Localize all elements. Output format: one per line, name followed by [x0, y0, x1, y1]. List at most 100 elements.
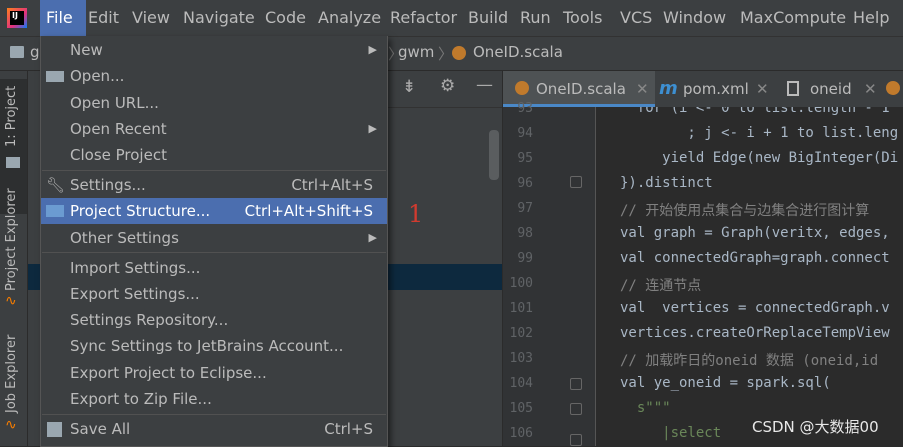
line-number: 97 — [517, 201, 533, 216]
menu-item-settings[interactable]: 🔧︎ Settings... Ctrl+Alt+S — [41, 172, 387, 198]
fold-marker-icon[interactable] — [570, 403, 582, 415]
tool-window-strip: 1: Project Project Explorer ∿ Job Explor… — [0, 71, 28, 446]
breadcrumb-separator-icon: 〉 — [438, 45, 454, 63]
fold-marker-icon[interactable] — [570, 434, 582, 446]
code-editor[interactable]: for (i <- 0 to list.length - 1 ; j <- i … — [596, 107, 903, 446]
menu-separator — [42, 170, 386, 171]
menu-bar: IJ File Edit View Navigate Code Analyze … — [0, 0, 903, 37]
menu-item-save-all[interactable]: Save All Ctrl+S — [41, 416, 387, 442]
save-icon — [47, 422, 62, 437]
project-explorer-label: Project Explorer — [4, 188, 19, 291]
breadcrumb-gwm[interactable]: gwm — [398, 43, 434, 61]
code-line: val vertices = connectedGraph.v — [620, 300, 890, 316]
maxcompute-icon: ∿ — [5, 293, 17, 309]
line-number: 94 — [517, 126, 533, 141]
menu-item-label: Open URL... — [70, 94, 159, 112]
line-number: 106 — [509, 426, 533, 441]
menu-item-export-zip[interactable]: Export to Zip File... — [41, 386, 387, 412]
fold-marker-icon[interactable] — [570, 378, 582, 390]
intellij-logo-icon: IJ — [7, 8, 27, 28]
menu-item-new[interactable]: New ▶ — [41, 37, 387, 63]
tab-label: OneID.scala — [536, 80, 626, 98]
maxcompute-icon: ∿ — [5, 417, 17, 433]
minimize-icon[interactable]: — — [476, 75, 493, 95]
menu-run[interactable]: Run — [520, 0, 551, 36]
menu-item-export-eclipse[interactable]: Export Project to Eclipse... — [41, 360, 387, 386]
breadcrumb-root[interactable]: g — [30, 43, 40, 61]
line-number: 96 — [517, 176, 533, 191]
menu-code[interactable]: Code — [265, 0, 306, 36]
gear-icon[interactable]: ⚙ — [440, 76, 455, 96]
menu-analyze[interactable]: Analyze — [318, 0, 381, 36]
menu-help[interactable]: Help — [853, 0, 889, 36]
menu-vcs[interactable]: VCS — [620, 0, 652, 36]
line-number: 105 — [509, 401, 533, 416]
menu-item-label: New — [70, 41, 103, 59]
menu-tools[interactable]: Tools — [563, 0, 602, 36]
menu-item-open-recent[interactable]: Open Recent ▶ — [41, 116, 387, 142]
scala-file-icon — [452, 46, 466, 60]
menu-maxcompute[interactable]: MaxCompute — [740, 0, 846, 36]
shortcut-label: Ctrl+S — [324, 420, 373, 438]
close-icon[interactable]: ✕ — [864, 71, 877, 107]
menu-window[interactable]: Window — [663, 0, 726, 36]
menu-item-settings-repository[interactable]: Settings Repository... — [41, 307, 387, 333]
menu-item-label: Open... — [70, 67, 125, 85]
menu-file[interactable]: File — [40, 0, 86, 36]
annotation-number: 1 — [408, 200, 424, 228]
menu-edit[interactable]: Edit — [88, 0, 119, 36]
line-number: 99 — [517, 251, 533, 266]
tab-label: oneid — [810, 80, 852, 98]
menu-item-label: Settings... — [70, 176, 146, 194]
menu-item-close-project[interactable]: Close Project — [41, 142, 387, 168]
menu-item-label: Close Project — [70, 146, 167, 164]
line-number: 102 — [509, 326, 533, 341]
code-line: yield Edge(new BigInteger(Di — [620, 150, 899, 166]
menu-item-import-settings[interactable]: Import Settings... — [41, 255, 387, 281]
menu-item-sync-settings[interactable]: Sync Settings to JetBrains Account... — [41, 333, 387, 359]
line-number: 98 — [517, 226, 533, 241]
job-explorer-label: Job Explorer — [4, 334, 19, 413]
menu-item-open[interactable]: Open... — [41, 63, 387, 89]
menu-view[interactable]: View — [132, 0, 170, 36]
maven-icon: m — [659, 78, 678, 99]
shortcut-label: Ctrl+Alt+Shift+S — [244, 202, 373, 220]
collapse-all-icon[interactable]: ⇟ — [402, 77, 416, 97]
menu-item-label: Save All — [70, 420, 131, 438]
file-menu-dropdown: New ▶ Open... Open URL... Open Recent ▶ … — [40, 36, 388, 447]
fold-marker-icon[interactable] — [570, 176, 582, 188]
menu-item-label: Export Settings... — [70, 285, 200, 303]
shortcut-label: Ctrl+Alt+S — [291, 176, 373, 194]
line-number: 101 — [509, 301, 533, 316]
code-line: ; j <- i + 1 to list.leng — [620, 125, 899, 141]
code-line: val ye_oneid = spark.sql( — [620, 375, 831, 391]
scrollbar-thumb[interactable] — [489, 130, 499, 180]
menu-build[interactable]: Build — [468, 0, 508, 36]
watermark: CSDN @大数据00 — [752, 418, 879, 436]
menu-item-project-structure[interactable]: Project Structure... Ctrl+Alt+Shift+S — [41, 198, 387, 224]
tab-oneid[interactable]: oneid ✕ — [779, 71, 903, 107]
project-toolbar: ⇟ ⚙ — — [386, 71, 502, 108]
project-explorer-tab[interactable]: Project Explorer ∿ — [0, 181, 27, 311]
line-number: 103 — [509, 351, 533, 366]
line-number: 93 — [517, 101, 533, 116]
tab-pom-xml[interactable]: m pom.xml ✕ — [655, 71, 777, 107]
menu-item-label: Settings Repository... — [70, 311, 229, 329]
job-explorer-tab[interactable]: Job Explorer ∿ — [0, 329, 27, 439]
project-structure-icon — [46, 205, 64, 217]
open-folder-icon — [46, 71, 64, 82]
menu-item-other-settings[interactable]: Other Settings ▶ — [41, 225, 387, 251]
menu-item-open-url[interactable]: Open URL... — [41, 90, 387, 116]
menu-refactor[interactable]: Refactor — [390, 0, 457, 36]
close-icon[interactable]: ✕ — [756, 71, 769, 107]
close-icon[interactable]: ✕ — [636, 71, 649, 107]
code-line: val connectedGraph=graph.connect — [620, 250, 890, 266]
wrench-icon: 🔧︎ — [46, 176, 66, 194]
code-line: val graph = Graph(veritx, edges, — [620, 225, 890, 241]
menu-separator — [42, 252, 386, 253]
menu-item-export-settings[interactable]: Export Settings... — [41, 281, 387, 307]
line-number: 100 — [509, 276, 533, 291]
breadcrumb-file[interactable]: OneID.scala — [473, 43, 563, 61]
menu-navigate[interactable]: Navigate — [183, 0, 255, 36]
editor-tabs: OneID.scala ✕ m pom.xml ✕ oneid ✕ — [503, 71, 903, 108]
